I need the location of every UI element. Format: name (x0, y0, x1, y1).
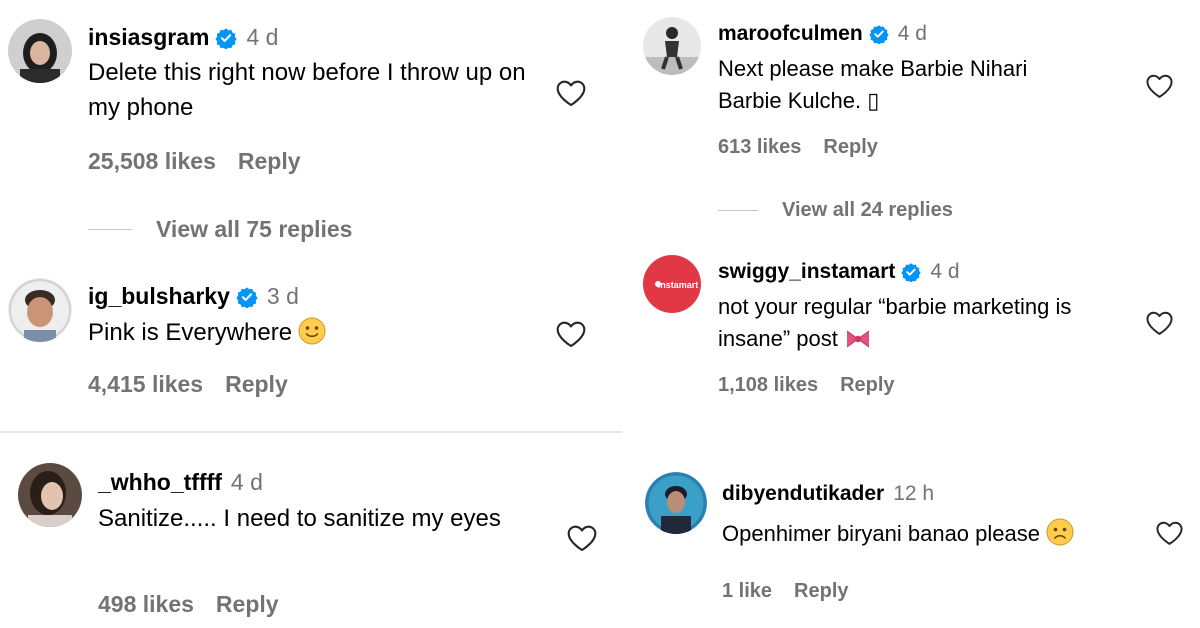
avatar[interactable] (645, 472, 707, 534)
heart-outline-icon[interactable] (1155, 520, 1184, 546)
frowning-face-emoji (1046, 518, 1074, 546)
avatar[interactable]: instamart (643, 255, 701, 313)
likes-count[interactable]: 25,508 likes (88, 148, 216, 174)
username[interactable]: swiggy_instamart (718, 260, 895, 284)
likes-count[interactable]: 4,415 likes (88, 371, 203, 397)
verified-badge-icon (215, 27, 238, 49)
reply-button[interactable]: Reply (238, 148, 301, 174)
replies-divider-line (88, 229, 132, 230)
heart-outline-icon[interactable] (555, 320, 587, 348)
ribbon-emoji (844, 327, 872, 351)
timestamp[interactable]: 4 d (231, 469, 263, 496)
reply-button[interactable]: Reply (225, 371, 288, 397)
comment-text: Delete this right now before I throw up … (88, 59, 526, 121)
view-replies-button[interactable]: View all 24 replies (718, 199, 953, 222)
username[interactable]: dibyendutikader (722, 482, 884, 506)
view-replies-label: View all 24 replies (782, 199, 953, 221)
likes-count[interactable]: 1 like (722, 580, 772, 602)
avatar[interactable] (643, 17, 701, 75)
avatar[interactable] (8, 278, 72, 342)
comment-text-content: Openhimer biryani banao please (722, 521, 1040, 546)
reply-button[interactable]: Reply (840, 374, 894, 396)
verified-badge-icon (869, 24, 889, 44)
reply-button[interactable]: Reply (823, 136, 877, 158)
section-divider (0, 431, 622, 433)
reply-button[interactable]: Reply (794, 580, 848, 602)
slightly-smiling-face-emoji (298, 317, 326, 345)
comment-text-content: Pink is Everywhere (88, 319, 293, 346)
heart-outline-icon[interactable] (1145, 73, 1174, 99)
reply-button[interactable]: Reply (216, 591, 279, 617)
username[interactable]: maroofculmen (718, 22, 863, 46)
timestamp[interactable]: 3 d (267, 283, 299, 310)
likes-count[interactable]: 1,108 likes (718, 374, 818, 396)
timestamp[interactable]: 4 d (930, 260, 959, 284)
comment-text: not your regular “barbie marketing is in… (718, 291, 1118, 355)
username[interactable]: insiasgram (88, 24, 209, 51)
comment-text: Openhimer biryani banao please (722, 518, 1142, 550)
avatar[interactable] (18, 463, 82, 527)
verified-badge-icon (901, 262, 922, 282)
heart-outline-icon[interactable] (1145, 310, 1174, 336)
view-replies-label: View all 75 replies (156, 216, 353, 242)
comment-text: Sanitize..... I need to sanitize my eyes (98, 505, 501, 532)
comment-text-content: not your regular “barbie marketing is in… (718, 294, 1072, 351)
replies-divider-line (718, 210, 758, 211)
verified-badge-icon (236, 286, 258, 308)
heart-outline-icon[interactable] (566, 524, 598, 552)
instamart-logo-text: instamart (658, 280, 699, 290)
comment-text: Pink is Everywhere (88, 316, 548, 351)
heart-outline-icon[interactable] (555, 79, 587, 107)
timestamp[interactable]: 4 d (898, 22, 927, 46)
likes-count[interactable]: 613 likes (718, 136, 801, 158)
username[interactable]: _whho_tffff (98, 469, 222, 496)
likes-count[interactable]: 498 likes (98, 591, 194, 617)
timestamp[interactable]: 4 d (246, 24, 278, 51)
comment-text: Next please make Barbie Nihari Barbie Ku… (718, 56, 1028, 113)
username[interactable]: ig_bulsharky (88, 283, 230, 310)
view-replies-button[interactable]: View all 75 replies (88, 216, 352, 243)
timestamp[interactable]: 12 h (893, 482, 934, 506)
avatar[interactable] (8, 19, 72, 83)
